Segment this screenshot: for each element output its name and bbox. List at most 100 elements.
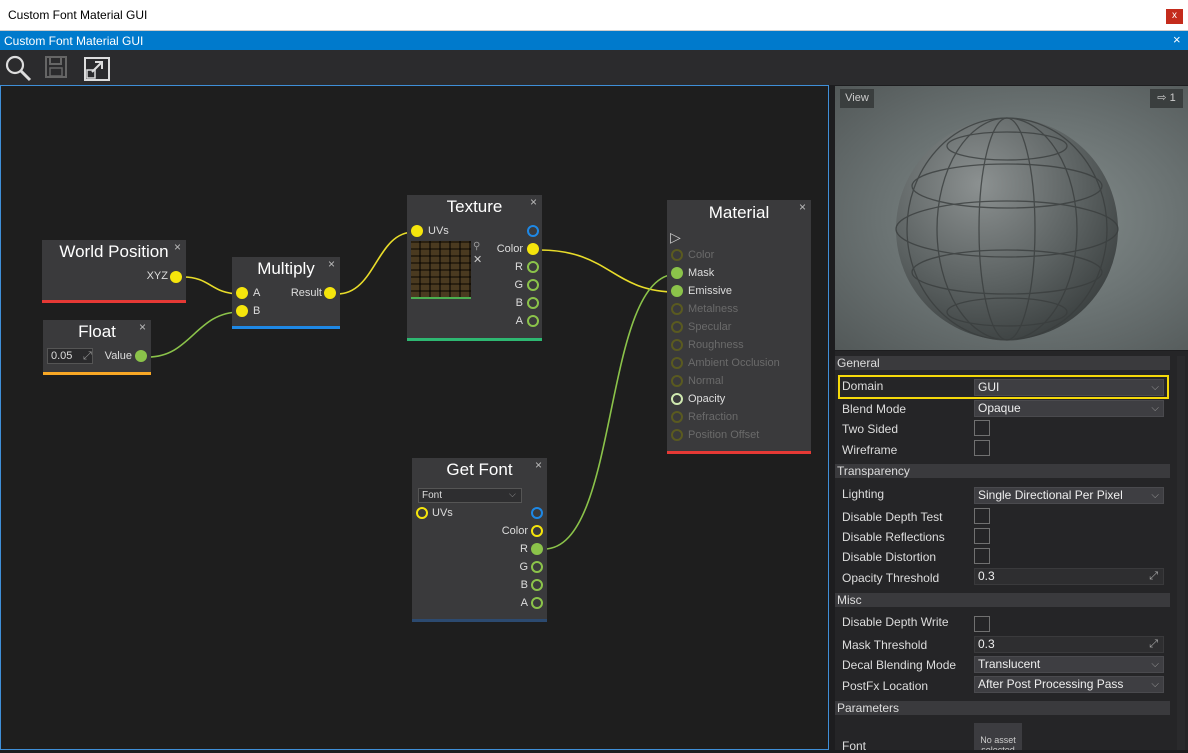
disable-depth-write-checkbox[interactable] [974,616,990,632]
section-parameters[interactable]: Parameters [835,701,1170,715]
node-float[interactable]: Float × 0.05 ⤢ Value [43,320,151,375]
output-pin-color[interactable] [531,525,543,537]
chevron-down-icon: ⌵ [1151,403,1159,414]
input-pin-roughness[interactable] [671,339,683,351]
node-get-font[interactable]: Get Font × Font ⌵ UVs Color R G B A [412,458,547,622]
export-icon[interactable] [84,54,112,82]
disable-distortion-checkbox[interactable] [974,548,990,564]
output-pin-g[interactable] [531,561,543,573]
output-pin-a[interactable] [531,597,543,609]
search-icon[interactable]: ⚲ [473,241,480,252]
decal-blending-mode-label: Decal Blending Mode [842,658,957,672]
output-pin-a[interactable] [527,315,539,327]
value-input[interactable]: 0.05 ⤢ [47,348,93,364]
postfx-location-label: PostFx Location [842,679,929,693]
disable-distortion-label: Disable Distortion [842,550,937,564]
close-icon[interactable]: × [139,320,146,334]
node-multiply[interactable]: Multiply × A B Result [232,257,340,329]
section-misc[interactable]: Misc [835,593,1170,607]
output-pin-g[interactable] [527,279,539,291]
input-pin-ambient-occlusion[interactable] [671,357,683,369]
disable-depth-test-label: Disable Depth Test [842,510,943,524]
node-title: Get Font [446,460,513,479]
blend-mode-dropdown[interactable]: Opaque ⌵ [974,400,1164,417]
output-pin-color[interactable] [527,243,539,255]
wireframe-checkbox[interactable] [974,440,990,456]
input-pin-a[interactable] [236,287,248,299]
output-label-g: G [519,561,528,573]
texture-thumbnail[interactable] [411,241,471,299]
output-pin-r[interactable] [527,261,539,273]
node-material[interactable]: Material × ▷ Color Mask Emissive Metalness S… [667,200,811,454]
node-texture[interactable]: Texture × UVs ⚲ ✕ Color R G B A [407,195,542,341]
camera-speed-button[interactable]: ⇨ 1 [1150,89,1183,108]
opacity-threshold-value: 0.3 [978,569,995,583]
chevron-down-icon: ⌵ [1151,659,1159,670]
opacity-threshold-input[interactable]: 0.3 ⤢ [974,568,1164,585]
chevron-down-icon: ⌵ [509,489,516,499]
output-pin-b[interactable] [531,579,543,591]
input-label-emissive: Emissive [688,285,733,297]
disable-reflections-checkbox[interactable] [974,528,990,544]
tab-close-icon[interactable]: × [1173,33,1181,47]
node-title: Float [78,322,116,341]
input-pin-mask[interactable] [671,267,683,279]
material-preview-viewport[interactable] [835,86,1188,350]
close-icon[interactable]: × [328,257,335,271]
search-icon[interactable] [4,54,32,82]
output-pin-rgba[interactable] [531,507,543,519]
output-label-result: Result [290,287,322,299]
output-label-xyz: XYZ [146,270,168,282]
two-sided-label: Two Sided [842,422,899,436]
input-pin-metalness[interactable] [671,303,683,315]
output-pin-value[interactable] [135,350,147,362]
input-pin-specular[interactable] [671,321,683,333]
close-icon[interactable]: × [530,195,537,209]
disable-depth-write-label: Disable Depth Write [842,615,949,629]
output-pin-r[interactable] [531,543,543,555]
input-pin-position-offset[interactable] [671,429,683,441]
input-label-specular: Specular [688,321,732,333]
input-pin-opacity[interactable] [671,393,683,405]
save-icon[interactable] [43,54,71,82]
input-pin-uvs[interactable] [416,507,428,519]
input-pin-normal[interactable] [671,375,683,387]
properties-scrollbar[interactable] [1177,356,1185,750]
view-button[interactable]: View [840,89,874,108]
input-label-metalness: Metalness [688,303,739,315]
input-pin-uvs[interactable] [411,225,423,237]
disable-depth-test-checkbox[interactable] [974,508,990,524]
close-icon[interactable]: × [799,200,806,214]
value-text: 0.05 [51,350,73,362]
output-label-a: A [515,315,523,327]
output-pin-b[interactable] [527,297,539,309]
decal-blending-mode-dropdown[interactable]: Translucent ⌵ [974,656,1164,673]
resize-icon: ⤢ [1149,638,1158,650]
postfx-location-dropdown[interactable]: After Post Processing Pass ⌵ [974,676,1164,693]
close-icon[interactable]: × [174,240,181,254]
input-pin-color[interactable] [671,249,683,261]
domain-dropdown[interactable]: GUI ⌵ [974,379,1164,396]
lighting-dropdown[interactable]: Single Directional Per Pixel ⌵ [974,487,1164,504]
close-icon[interactable]: × [535,458,542,472]
node-footer [42,300,186,303]
output-pin-result[interactable] [324,287,336,299]
input-pin-refraction[interactable] [671,411,683,423]
editor-tab[interactable]: Custom Font Material GUI × [0,31,1188,50]
section-transparency[interactable]: Transparency [835,464,1170,478]
window-close-button[interactable]: x [1166,9,1183,24]
section-general[interactable]: General [835,356,1170,370]
camera-icon: ⇨ [1157,92,1167,104]
input-pin-emissive[interactable] [671,285,683,297]
close-icon[interactable]: ✕ [473,253,482,266]
font-asset-picker[interactable]: No asset selected [974,723,1022,750]
output-pin-xyz[interactable] [170,271,182,283]
blend-mode-value: Opaque [978,401,1021,415]
input-label-roughness: Roughness [688,339,744,351]
output-pin-rgba[interactable] [527,225,539,237]
node-world-position[interactable]: World Position × XYZ [42,240,186,303]
input-pin-b[interactable] [236,305,248,317]
mask-threshold-input[interactable]: 0.3 ⤢ [974,636,1164,653]
font-select[interactable]: Font ⌵ [418,488,522,503]
two-sided-checkbox[interactable] [974,420,990,436]
